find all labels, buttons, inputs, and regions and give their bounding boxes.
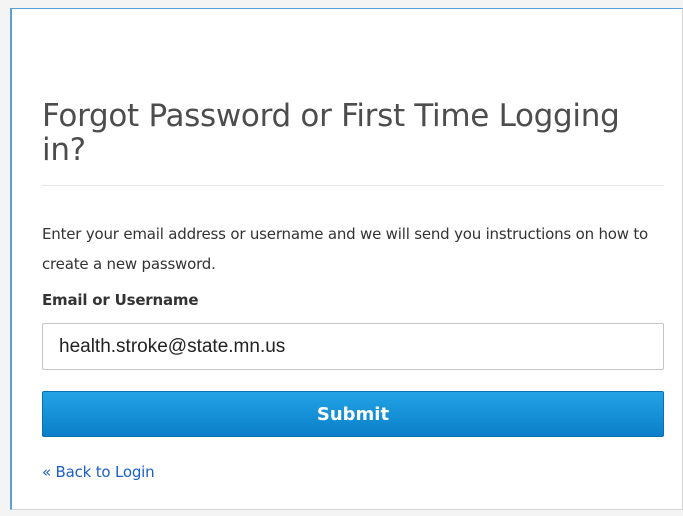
page-title: Forgot Password or First Time Logging in…	[42, 98, 620, 168]
submit-button[interactable]: Submit	[42, 391, 664, 437]
title-divider	[42, 185, 664, 186]
email-username-input[interactable]	[42, 323, 664, 370]
back-to-login-link[interactable]: « Back to Login	[42, 463, 155, 481]
email-username-label: Email or Username	[42, 291, 199, 309]
forgot-password-card: Forgot Password or First Time Logging in…	[10, 8, 683, 510]
page: Forgot Password or First Time Logging in…	[0, 0, 683, 516]
instructions-text: Enter your email address or username and…	[42, 225, 649, 273]
